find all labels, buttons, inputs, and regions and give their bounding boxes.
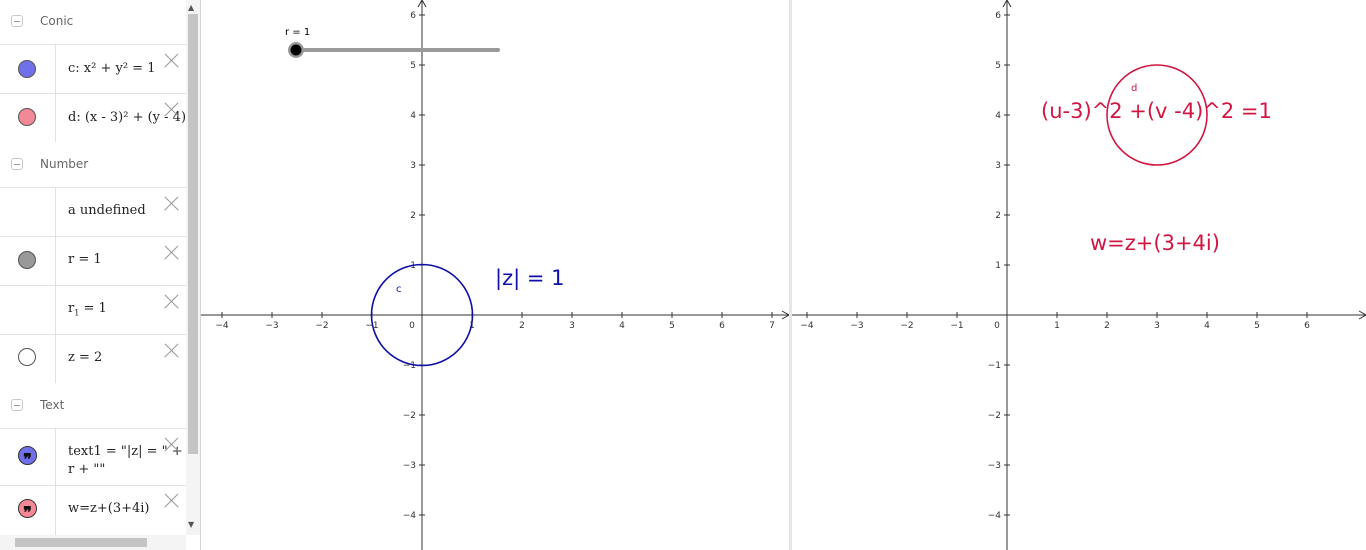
- quote-icon[interactable]: ❞: [18, 499, 37, 522]
- x-tick-label: −3: [265, 321, 278, 331]
- y-tick-label: −1: [988, 361, 1001, 371]
- x-tick-label: −3: [850, 321, 863, 331]
- expression[interactable]: w=z+(3+4i): [68, 501, 150, 516]
- y-tick-label: 5: [410, 61, 416, 71]
- collapse-icon[interactable]: [11, 158, 23, 170]
- delete-icon[interactable]: [162, 293, 180, 311]
- y-tick-label: −2: [403, 411, 416, 421]
- algebra-item-d[interactable]: d: (x - 3)² + (y - 4): [0, 93, 186, 142]
- x-tick-label: 6: [719, 321, 725, 331]
- y-tick-label: 1: [995, 261, 1001, 271]
- x-tick-label: 3: [569, 321, 575, 331]
- visibility-toggle-icon[interactable]: [18, 108, 36, 126]
- y-tick-label: −4: [403, 511, 417, 521]
- expression[interactable]: a undefined: [68, 203, 146, 218]
- x-tick-label: 6: [1304, 321, 1310, 331]
- expression[interactable]: r1 = 1: [68, 301, 107, 318]
- vertical-scrollbar-thumb[interactable]: [188, 14, 198, 454]
- delete-icon[interactable]: [162, 244, 180, 262]
- visibility-toggle-icon[interactable]: [18, 60, 36, 78]
- axes: −4 −3 −2 −1 1 2 3 4 5 6 −4 −3 −2 −1 1 2 3 4 5 6 0: [792, 0, 1366, 550]
- horizontal-scrollbar-thumb[interactable]: [15, 538, 147, 547]
- y-tick-label: 6: [410, 11, 416, 21]
- x-tick-label: 1: [1054, 321, 1060, 331]
- expression[interactable]: z = 2: [68, 350, 102, 365]
- y-tick-label: −3: [403, 461, 416, 471]
- algebra-item-text1[interactable]: ❞ text1 = "|z| = " + r + "": [0, 428, 186, 485]
- circle-c-label: c: [396, 284, 402, 295]
- category-label: Number: [40, 157, 89, 171]
- visibility-toggle-icon[interactable]: [18, 348, 36, 366]
- algebra-item-r[interactable]: r = 1: [0, 236, 186, 285]
- x-tick-label: −2: [900, 321, 913, 331]
- text1-display[interactable]: |z| = 1: [495, 266, 564, 291]
- y-tick-label: 2: [995, 211, 1001, 221]
- x-tick-label: −4: [215, 321, 229, 331]
- x-tick-label: −2: [315, 321, 328, 331]
- graphics-view-1[interactable]: −4 −3 −2 −1 1 2 3 4 5 6 7−4−3−2−11234560 r = 1 c |…: [201, 0, 789, 550]
- algebra-item-z[interactable]: z = 2: [0, 334, 186, 383]
- algebra-item-r1[interactable]: r1 = 1: [0, 285, 186, 334]
- y-tick-label: 4: [410, 111, 416, 121]
- slider-knob[interactable]: [290, 44, 302, 56]
- y-tick-label: −4: [988, 511, 1002, 521]
- y-tick-label: 6: [995, 11, 1001, 21]
- x-tick-label: −1: [950, 321, 963, 331]
- slider-label: r = 1: [285, 27, 310, 38]
- x-tick-label: 2: [519, 321, 525, 331]
- graphics-view-2[interactable]: −4 −3 −2 −1 1 2 3 4 5 6 −4 −3 −2 −1 1 2 3 4 5 6 0 d (u-3)^2 …: [792, 0, 1366, 550]
- delete-icon[interactable]: [162, 52, 180, 70]
- x-tick-label: 2: [1104, 321, 1110, 331]
- expression[interactable]: c: x² + y² = 1: [68, 61, 155, 76]
- delete-icon[interactable]: [162, 436, 180, 454]
- y-tick-label: 2: [410, 211, 416, 221]
- delete-icon[interactable]: [162, 195, 180, 213]
- category-label: Text: [40, 398, 65, 412]
- visibility-toggle-icon[interactable]: [18, 251, 36, 269]
- delete-icon[interactable]: [162, 492, 180, 510]
- circle-d-label: d: [1131, 83, 1137, 94]
- equation-text[interactable]: (u-3)^2 +(v -4)^2 =1: [1041, 99, 1272, 123]
- scroll-up-icon[interactable]: ▲: [188, 3, 194, 12]
- category-label: Conic: [40, 14, 74, 28]
- category-conic[interactable]: Conic: [0, 0, 186, 44]
- origin-label: 0: [994, 321, 1000, 331]
- algebra-item-a[interactable]: a undefined: [0, 187, 186, 236]
- y-tick-label: 3: [995, 161, 1001, 171]
- mapping-text[interactable]: w=z+(3+4i): [1090, 231, 1220, 255]
- collapse-icon[interactable]: [11, 399, 23, 411]
- origin-label: 0: [409, 321, 415, 331]
- x-tick-label: 4: [1204, 321, 1210, 331]
- expression-continued[interactable]: r + "": [68, 462, 105, 477]
- y-tick-label: −3: [988, 461, 1001, 471]
- algebra-view: Conic c: x² + y² = 1 d: (x - 3)² + (y - …: [0, 0, 201, 550]
- delete-icon[interactable]: [162, 342, 180, 360]
- delete-icon[interactable]: [162, 101, 180, 119]
- quote-icon[interactable]: ❞: [18, 446, 37, 469]
- x-tick-label: 4: [619, 321, 625, 331]
- y-tick-label: 4: [995, 111, 1001, 121]
- x-tick-label: 3: [1154, 321, 1160, 331]
- algebra-item-w[interactable]: ❞ w=z+(3+4i): [0, 485, 186, 535]
- x-tick-label: −4: [800, 321, 814, 331]
- category-text[interactable]: Text: [0, 384, 186, 428]
- y-tick-label: −2: [988, 411, 1001, 421]
- x-tick-label: 5: [1254, 321, 1260, 331]
- y-tick-label: 5: [995, 61, 1001, 71]
- category-number[interactable]: Number: [0, 143, 186, 187]
- x-tick-label: 7: [769, 321, 775, 331]
- collapse-icon[interactable]: [11, 15, 23, 27]
- x-tick-label: 5: [669, 321, 675, 331]
- algebra-item-c[interactable]: c: x² + y² = 1: [0, 44, 186, 93]
- y-tick-label: 3: [410, 161, 416, 171]
- expression[interactable]: r = 1: [68, 252, 102, 267]
- scroll-down-icon[interactable]: ▼: [188, 520, 194, 529]
